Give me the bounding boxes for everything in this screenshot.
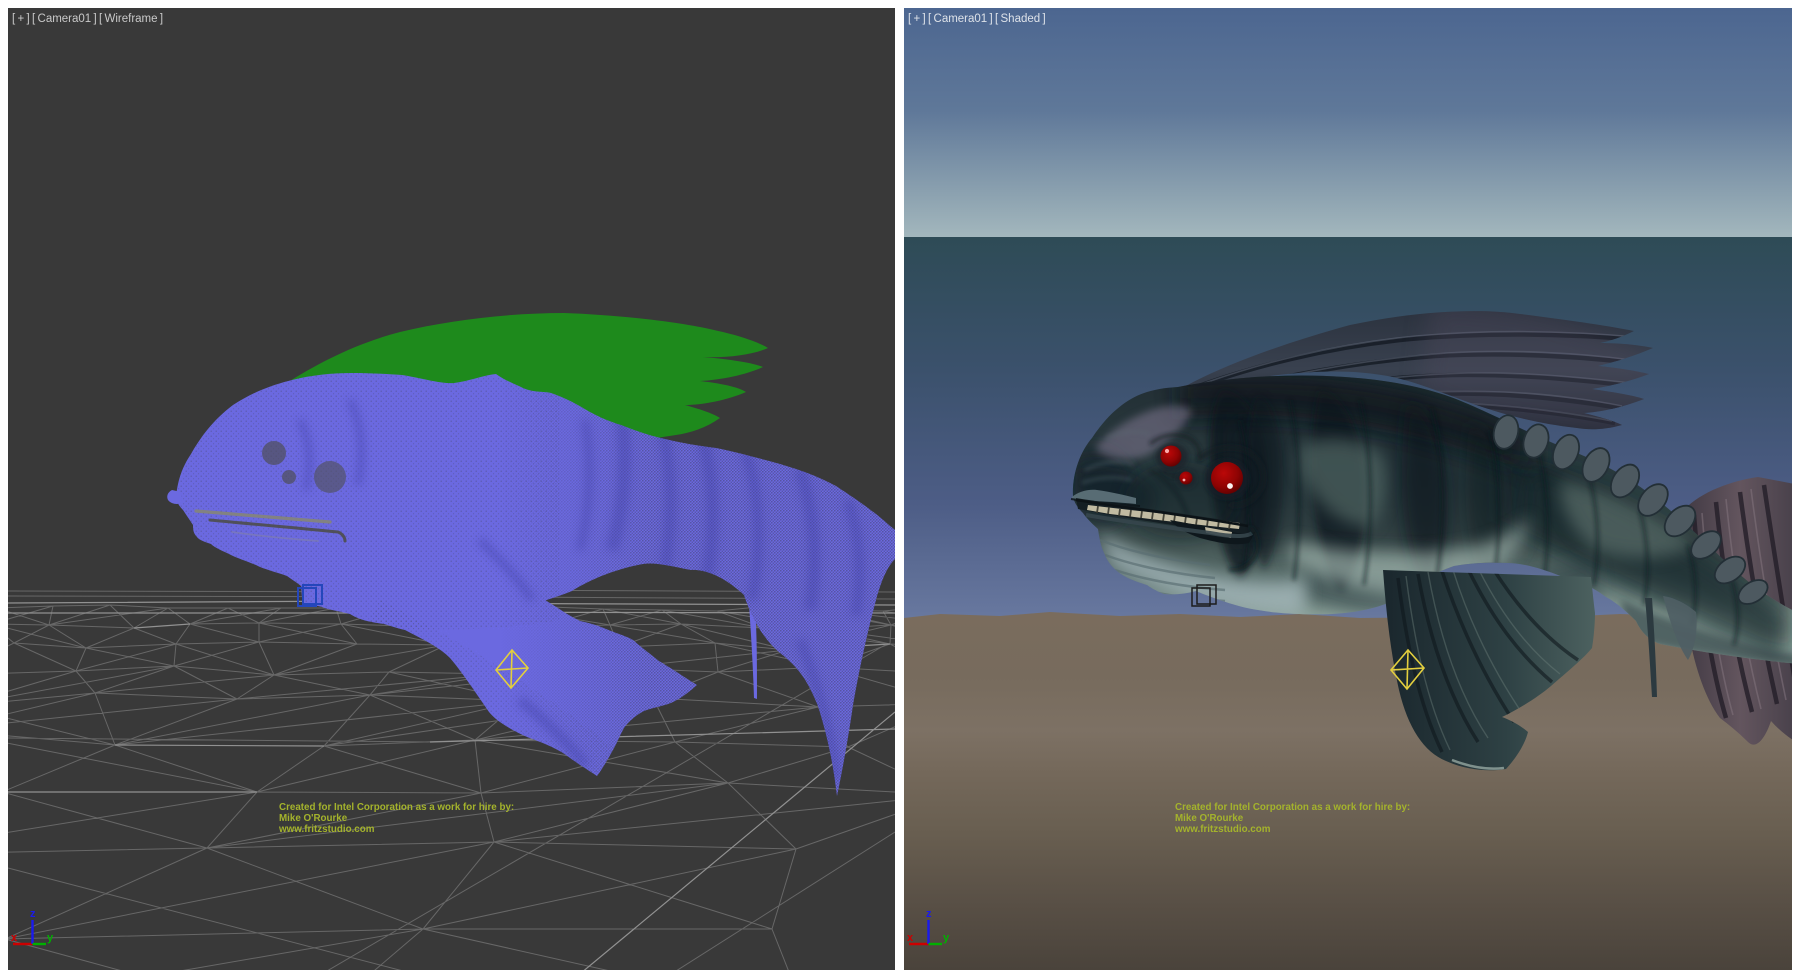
svg-text:Mike O'Rourke: Mike O'Rourke (1175, 813, 1244, 824)
svg-text:www.fritzstudio.com: www.fritzstudio.com (1174, 824, 1271, 835)
svg-text:Mike O'Rourke: Mike O'Rourke (279, 813, 348, 824)
svg-text:www.fritzstudio.com: www.fritzstudio.com (278, 824, 375, 835)
svg-text:Created for Intel Corporation: Created for Intel Corporation as a work … (1175, 802, 1410, 813)
svg-text:[ + ] [ Camera01 ] [ Shaded ]: [ + ] [ Camera01 ] [ Shaded ] (908, 13, 1046, 25)
svg-text:y: y (943, 932, 950, 944)
svg-text:[ + ] [ Camera01 ] [ Wireframe: [ + ] [ Camera01 ] [ Wireframe ] (12, 13, 163, 25)
svg-text:z: z (30, 908, 36, 920)
svg-text:Created for Intel Corporation: Created for Intel Corporation as a work … (279, 802, 514, 813)
svg-text:x: x (11, 932, 18, 944)
svg-text:y: y (47, 932, 54, 944)
svg-text:x: x (907, 932, 914, 944)
svg-text:z: z (926, 908, 932, 920)
